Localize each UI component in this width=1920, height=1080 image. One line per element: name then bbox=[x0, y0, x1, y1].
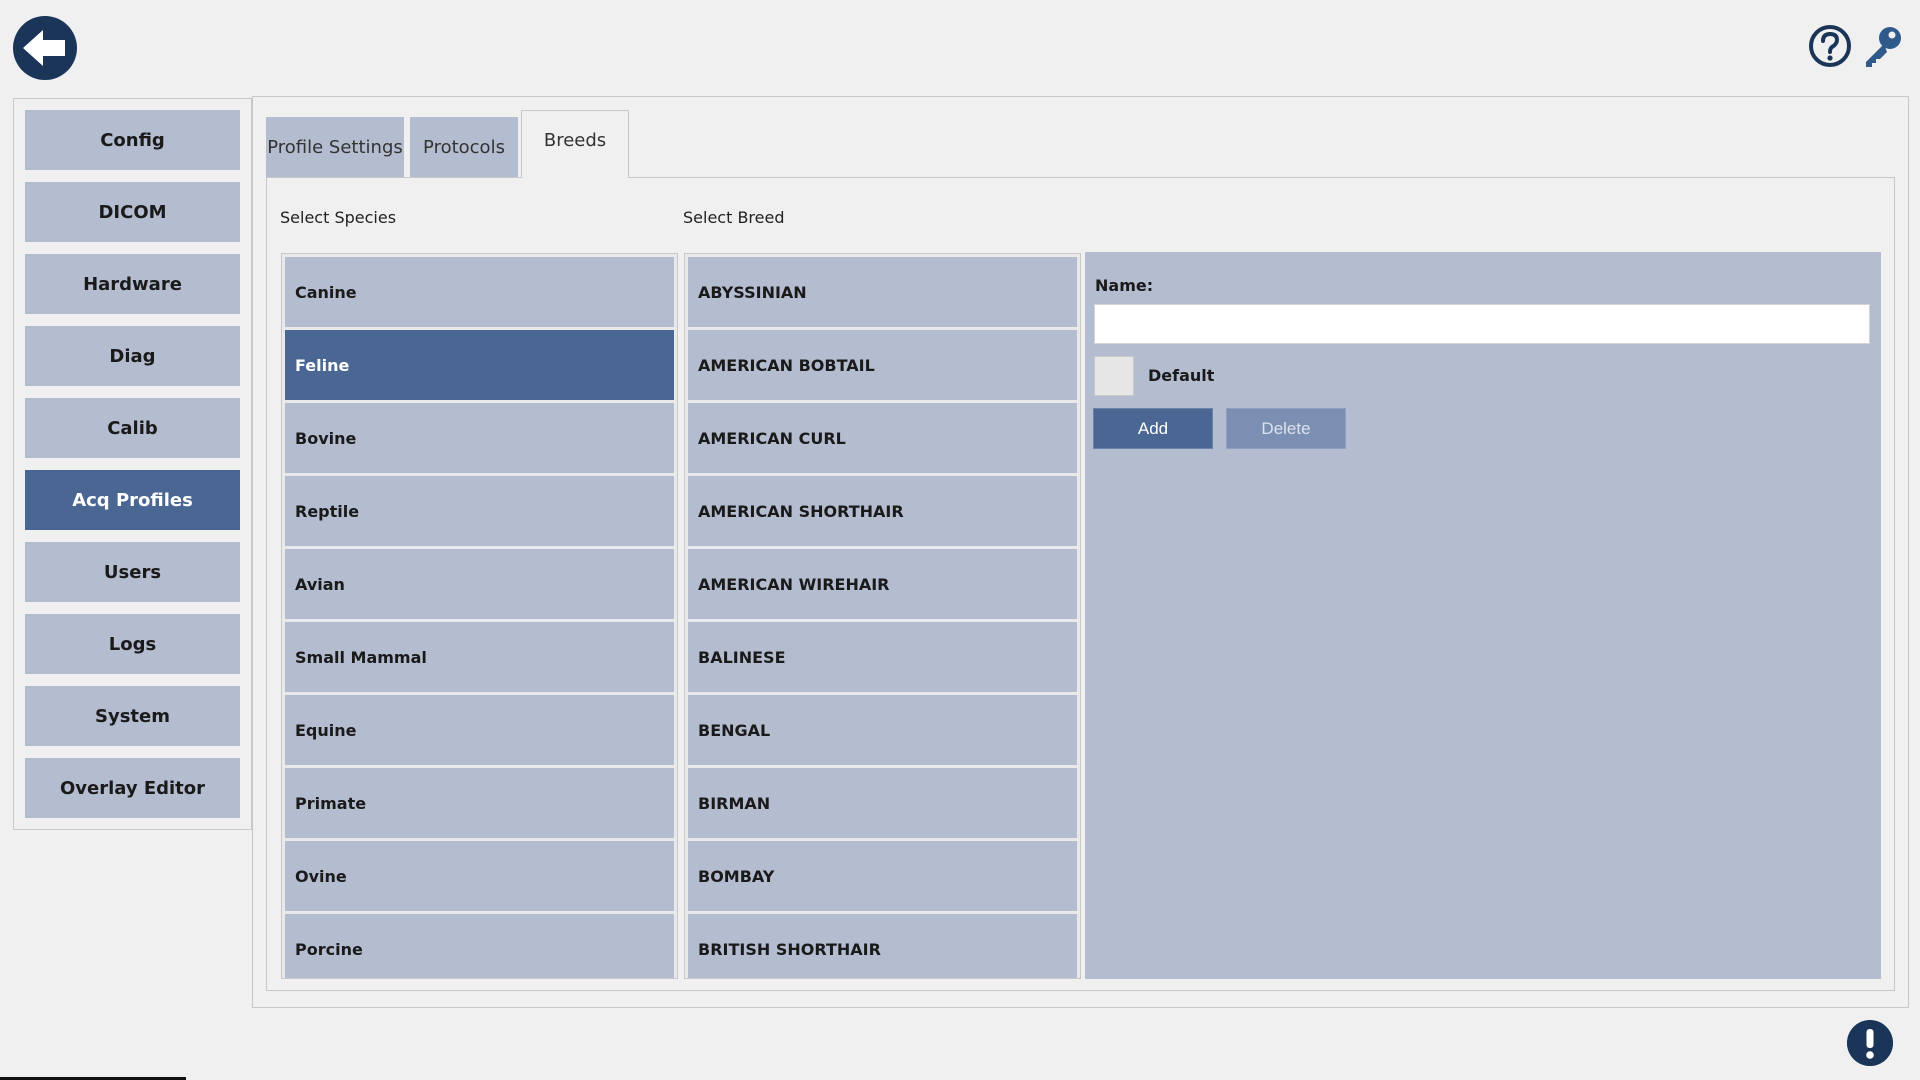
breed-item[interactable]: AMERICAN SHORTHAIR bbox=[688, 476, 1077, 546]
breed-editor: Name: Default Add Delete bbox=[1085, 252, 1881, 979]
species-list[interactable]: Canine Feline Bovine Reptile Avian Small Mamm… bbox=[281, 253, 678, 979]
species-item[interactable]: Avian bbox=[285, 549, 674, 619]
tab-protocols[interactable]: Protocols bbox=[410, 117, 518, 177]
sidebar-item-overlay-editor[interactable]: Overlay Editor bbox=[25, 758, 240, 818]
species-item[interactable]: Bovine bbox=[285, 403, 674, 473]
sidebar-item-users[interactable]: Users bbox=[25, 542, 240, 602]
key-icon[interactable] bbox=[1862, 24, 1904, 68]
breed-item[interactable]: BALINESE bbox=[688, 622, 1077, 692]
species-item[interactable]: Reptile bbox=[285, 476, 674, 546]
breed-item[interactable]: AMERICAN CURL bbox=[688, 403, 1077, 473]
sidebar-item-hardware[interactable]: Hardware bbox=[25, 254, 240, 314]
back-button[interactable] bbox=[13, 16, 77, 80]
add-button[interactable]: Add bbox=[1093, 408, 1213, 449]
sidebar-item-dicom[interactable]: DICOM bbox=[25, 182, 240, 242]
sidebar: Config DICOM Hardware Diag Calib Acq Profiles… bbox=[13, 98, 252, 830]
sidebar-item-calib[interactable]: Calib bbox=[25, 398, 240, 458]
breed-item[interactable]: ABYSSINIAN bbox=[688, 257, 1077, 327]
breed-item[interactable]: BOMBAY bbox=[688, 841, 1077, 911]
species-item[interactable]: Canine bbox=[285, 257, 674, 327]
species-item[interactable]: Porcine bbox=[285, 914, 674, 978]
sidebar-item-acq-profiles[interactable]: Acq Profiles bbox=[25, 470, 240, 530]
sidebar-item-system[interactable]: System bbox=[25, 686, 240, 746]
breed-item[interactable]: AMERICAN WIREHAIR bbox=[688, 549, 1077, 619]
species-item[interactable]: Ovine bbox=[285, 841, 674, 911]
delete-button[interactable]: Delete bbox=[1226, 408, 1346, 449]
species-item[interactable]: Small Mammal bbox=[285, 622, 674, 692]
main-content: Profile Settings Protocols Breeds Select… bbox=[252, 96, 1909, 1008]
tab-breeds[interactable]: Breeds bbox=[521, 110, 629, 178]
species-item[interactable]: Equine bbox=[285, 695, 674, 765]
default-checkbox[interactable] bbox=[1094, 356, 1134, 396]
select-species-label: Select Species bbox=[280, 208, 397, 227]
breed-item[interactable]: BIRMAN bbox=[688, 768, 1077, 838]
name-label: Name: bbox=[1095, 276, 1154, 295]
breed-item[interactable]: BRITISH SHORTHAIR bbox=[688, 914, 1077, 978]
sidebar-item-config[interactable]: Config bbox=[25, 110, 240, 170]
question-circle-icon[interactable] bbox=[1808, 24, 1852, 68]
species-item[interactable]: Primate bbox=[285, 768, 674, 838]
sidebar-item-logs[interactable]: Logs bbox=[25, 614, 240, 674]
breed-item[interactable]: BENGAL bbox=[688, 695, 1077, 765]
default-label: Default bbox=[1148, 366, 1215, 385]
sidebar-item-diag[interactable]: Diag bbox=[25, 326, 240, 386]
tab-profile-settings[interactable]: Profile Settings bbox=[266, 117, 404, 177]
breeds-panel: Select Species Select Breed Canine Feline… bbox=[266, 177, 1895, 991]
breed-item[interactable]: AMERICAN BOBTAIL bbox=[688, 330, 1077, 400]
arrow-left-icon bbox=[23, 30, 65, 66]
select-breed-label: Select Breed bbox=[683, 208, 785, 227]
species-item[interactable]: Feline bbox=[285, 330, 674, 400]
name-input[interactable] bbox=[1094, 304, 1870, 344]
exclamation-icon[interactable] bbox=[1847, 1020, 1893, 1066]
breed-list[interactable]: ABYSSINIAN AMERICAN BOBTAIL AMERICAN CURL A… bbox=[684, 253, 1081, 979]
